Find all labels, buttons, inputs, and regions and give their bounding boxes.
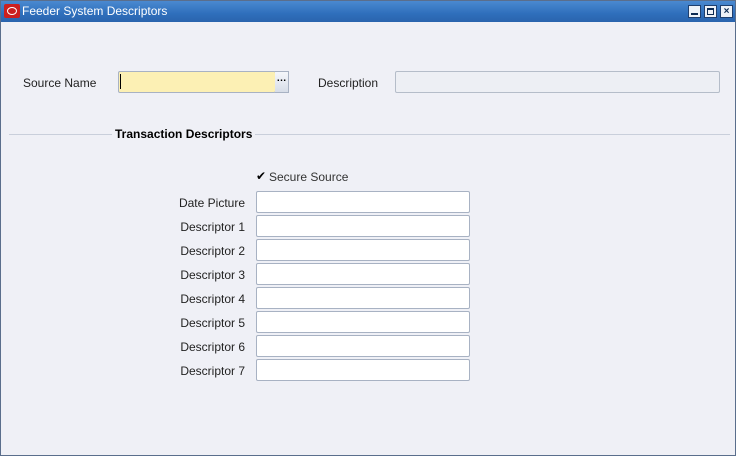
minimize-icon[interactable] xyxy=(688,5,701,18)
secure-source-checkbox[interactable]: ✔ xyxy=(256,170,266,182)
descriptor-1-input[interactable] xyxy=(256,215,470,237)
descriptor-4-input[interactable] xyxy=(256,287,470,309)
descriptor-2-input[interactable] xyxy=(256,239,470,261)
text-cursor xyxy=(120,74,121,89)
descriptor-1-label: Descriptor 1 xyxy=(180,220,245,234)
descriptor-6-input[interactable] xyxy=(256,335,470,357)
descriptor-5-input[interactable] xyxy=(256,311,470,333)
descriptor-6-label: Descriptor 6 xyxy=(180,340,245,354)
section-title: Transaction Descriptors xyxy=(112,127,256,141)
descriptor-3-label: Descriptor 3 xyxy=(180,268,245,282)
descriptor-7-input[interactable] xyxy=(256,359,470,381)
secure-source-label: Secure Source xyxy=(269,170,349,184)
oracle-icon xyxy=(4,4,20,18)
descriptor-7-label: Descriptor 7 xyxy=(180,364,245,378)
description-input xyxy=(395,71,720,93)
descriptor-2-label: Descriptor 2 xyxy=(180,244,245,258)
feeder-system-descriptors-window: Feeder System Descriptors × Source Name … xyxy=(0,0,736,456)
descriptor-4-label: Descriptor 4 xyxy=(180,292,245,306)
descriptor-5-label: Descriptor 5 xyxy=(180,316,245,330)
maximize-icon[interactable] xyxy=(704,5,717,18)
description-label: Description xyxy=(318,76,379,90)
date-picture-input[interactable] xyxy=(256,191,470,213)
close-icon[interactable]: × xyxy=(720,5,733,18)
date-picture-label: Date Picture xyxy=(178,196,245,210)
title-bar[interactable]: Feeder System Descriptors × xyxy=(1,1,735,22)
source-name-input[interactable] xyxy=(118,71,276,93)
descriptor-3-input[interactable] xyxy=(256,263,470,285)
window-title: Feeder System Descriptors xyxy=(22,4,168,18)
list-of-values-button[interactable]: … xyxy=(275,71,289,93)
source-name-label: Source Name xyxy=(23,76,97,90)
